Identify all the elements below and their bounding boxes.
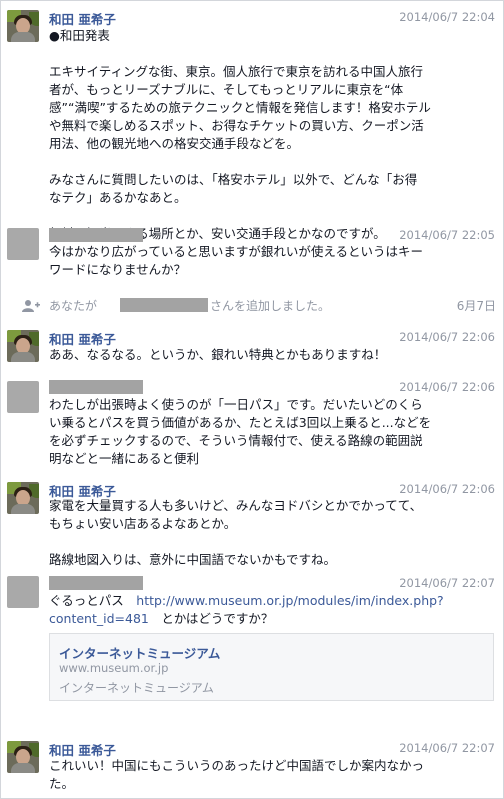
avatar[interactable] <box>7 576 39 608</box>
message-text: ああ、なるなる。というか、銀れい特典とかもありますね！ <box>49 347 387 362</box>
message-text: 家電を大量買する人も多いけど、みんなヨドバシとかでかってて、 もちょい安い店ある… <box>49 498 423 567</box>
notice-prefix: あなたが <box>49 299 98 313</box>
add-person-icon <box>22 300 40 312</box>
message-text: ●和田発表 エキサイティングな街、東京。個人旅行で東京を訪れる中国人旅行 者が、… <box>49 28 431 241</box>
redacted-name <box>120 298 208 312</box>
preview-title[interactable]: インターネットミュージアム <box>59 643 220 662</box>
message-text: わたしが出張時よく使うのが「一日パス」です。だいたいどのくら い乗るとパスを買う… <box>49 397 432 466</box>
preview-description: インターネットミュージアム <box>59 681 214 695</box>
preview-domain: www.museum.or.jp <box>59 661 169 675</box>
redacted-name <box>49 576 143 590</box>
avatar[interactable] <box>7 482 39 514</box>
timestamp: 2014/06/7 22:06 <box>399 482 495 496</box>
system-notice: あなたが さんを追加しました。 6月7日 <box>22 297 496 315</box>
timestamp: 2014/06/7 22:04 <box>399 10 495 24</box>
message-text-after: とかはどうですか？ <box>148 611 274 626</box>
message-text-before: ぐるっとパス <box>49 593 137 608</box>
timestamp: 2014/06/7 22:05 <box>399 228 495 242</box>
redacted-name <box>49 228 143 242</box>
redacted-name <box>49 380 143 394</box>
sender-name[interactable]: 和田 亜希子 <box>49 9 116 28</box>
avatar[interactable] <box>7 228 39 260</box>
message-text: これいい！中国にもこういうのあったけど中国語でしか案内なかっ た。 <box>49 758 425 791</box>
notice-suffix: さんを追加しました。 <box>210 299 331 313</box>
timestamp: 2014/06/7 22:07 <box>399 576 495 590</box>
message-text: ぐるっとパス http://www.museum.or.jp/modules/i… <box>49 592 495 628</box>
message-text: 今はかなり広がっていると思いますが銀れいが使えるというはキー ワードになりません… <box>49 244 424 277</box>
timestamp: 2014/06/7 22:06 <box>399 330 495 344</box>
avatar[interactable] <box>7 381 39 413</box>
link-preview[interactable]: インターネットミュージアム www.museum.or.jp インターネットミュ… <box>49 633 494 701</box>
avatar[interactable] <box>7 330 39 362</box>
avatar[interactable] <box>7 741 39 773</box>
notice-date: 6月7日 <box>456 299 496 313</box>
avatar[interactable] <box>7 10 39 42</box>
timestamp: 2014/06/7 22:06 <box>399 380 495 394</box>
timestamp: 2014/06/7 22:07 <box>399 741 495 755</box>
